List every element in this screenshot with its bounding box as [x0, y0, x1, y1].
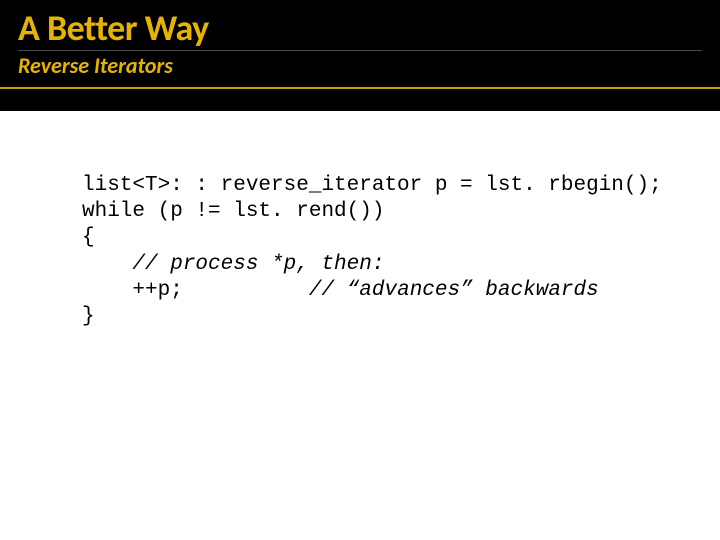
code-comment: // “advances” backwards	[309, 279, 599, 302]
code-comment: // process *p, then:	[132, 253, 384, 276]
code-line: }	[82, 305, 95, 328]
slide-body: list<T>: : reverse_iterator p = lst. rbe…	[0, 111, 720, 331]
code-gap	[183, 279, 309, 302]
slide: A Better Way Reverse Iterators list<T>: …	[0, 0, 720, 540]
code-line: list<T>: : reverse_iterator p = lst. rbe…	[82, 174, 662, 197]
code-statement: ++p;	[132, 279, 182, 302]
code-indent	[82, 253, 132, 276]
code-block: list<T>: : reverse_iterator p = lst. rbe…	[82, 173, 710, 331]
slide-title: A Better Way	[18, 10, 702, 48]
code-indent	[82, 279, 132, 302]
slide-subtitle: Reverse Iterators	[18, 50, 702, 79]
code-line: {	[82, 226, 95, 249]
header-accent-band	[0, 89, 720, 111]
code-line: while (p != lst. rend())	[82, 200, 384, 223]
slide-header: A Better Way Reverse Iterators	[0, 0, 720, 89]
